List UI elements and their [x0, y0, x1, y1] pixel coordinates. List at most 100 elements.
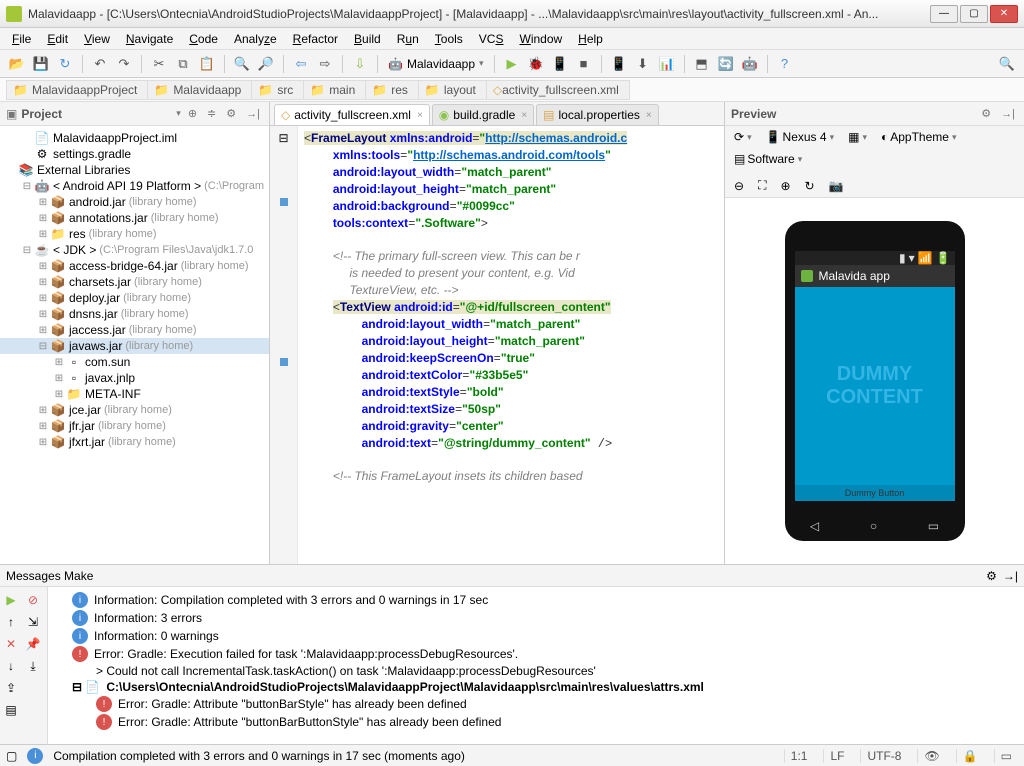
tab-build-gradle[interactable]: ◉build.gradle× — [432, 104, 534, 125]
crumb-main[interactable]: 📁main — [303, 80, 366, 100]
avd-icon[interactable]: 📱 — [608, 53, 630, 75]
menu-build[interactable]: Build — [346, 30, 389, 48]
crumb-res[interactable]: 📁res — [365, 80, 419, 100]
statusbar-toggle-icon[interactable]: ▢ — [6, 749, 17, 763]
tree-item[interactable]: 📚External Libraries — [0, 162, 269, 178]
menu-help[interactable]: Help — [570, 30, 611, 48]
close-tab-icon[interactable]: × — [646, 110, 652, 121]
make-icon[interactable]: ⇩ — [349, 53, 371, 75]
message-row[interactable]: ⊟ 📄C:\Users\Ontecnia\AndroidStudioProjec… — [52, 679, 1020, 695]
close-button[interactable]: ✕ — [990, 5, 1018, 23]
help-icon[interactable]: ? — [774, 53, 796, 75]
menu-view[interactable]: View — [76, 30, 118, 48]
hide-icon[interactable]: →| — [998, 108, 1018, 120]
crumb-src[interactable]: 📁src — [251, 80, 304, 100]
gear-icon[interactable]: ⚙ — [223, 107, 239, 120]
tree-item[interactable]: ⊞📦android.jar(library home) — [0, 194, 269, 210]
lock-icon[interactable]: 🔒 — [956, 749, 984, 763]
crumb-layout[interactable]: 📁layout — [418, 80, 487, 100]
tree-item[interactable]: ⊞📦dnsns.jar(library home) — [0, 306, 269, 322]
rerun-icon[interactable]: ▶ — [2, 591, 20, 609]
next-icon[interactable]: ↓ — [2, 657, 20, 675]
zoom-out-icon[interactable]: ⊖ — [729, 177, 749, 195]
cut-icon[interactable]: ✂ — [148, 53, 170, 75]
stop-icon[interactable]: ■ — [573, 53, 595, 75]
maximize-button[interactable]: ▢ — [960, 5, 988, 23]
structure-icon[interactable]: ⬒ — [691, 53, 713, 75]
color-swatch-icon[interactable] — [280, 358, 288, 366]
refresh-icon[interactable]: ↻ — [800, 177, 820, 195]
tab-local-properties[interactable]: ▤local.properties× — [536, 104, 659, 125]
message-row[interactable]: !Error: Gradle: Execution failed for tas… — [52, 645, 1020, 663]
tree-item[interactable]: ⊞📦jfxrt.jar(library home) — [0, 434, 269, 450]
messages-tree[interactable]: iInformation: Compilation completed with… — [48, 587, 1024, 744]
collapse-icon[interactable]: ≑ — [204, 107, 219, 120]
back-icon[interactable]: ⇦ — [290, 53, 312, 75]
replace-icon[interactable]: 🔎 — [255, 53, 277, 75]
color-swatch-icon[interactable] — [280, 198, 288, 206]
save-icon[interactable]: 💾 — [30, 53, 52, 75]
tree-item[interactable]: ⊞📦charsets.jar(library home) — [0, 274, 269, 290]
tree-item[interactable]: ⊞📦jaccess.jar(library home) — [0, 322, 269, 338]
crumb-project[interactable]: 📁MalavidaappProject — [6, 80, 148, 100]
tree-item[interactable]: ⊞📦access-bridge-64.jar(library home) — [0, 258, 269, 274]
sync2-icon[interactable]: 🔄 — [715, 53, 737, 75]
sync-icon[interactable]: ↻ — [54, 53, 76, 75]
tree-item[interactable]: ⊞▫javax.jnlp — [0, 370, 269, 386]
menu-analyze[interactable]: Analyze — [226, 30, 285, 48]
hide-icon[interactable]: →| — [1003, 569, 1018, 583]
tree-item[interactable]: 📄MalavidaappProject.iml — [0, 130, 269, 146]
crumb-module[interactable]: 📁Malavidaapp — [147, 80, 252, 100]
tree-item[interactable]: ⊞📦jfr.jar(library home) — [0, 418, 269, 434]
crumb-file[interactable]: ◇ activity_fullscreen.xml — [486, 80, 630, 100]
gear-icon[interactable]: ⚙ — [978, 107, 994, 120]
undo-icon[interactable]: ↶ — [89, 53, 111, 75]
tree-item[interactable]: ⊞📁res(library home) — [0, 226, 269, 242]
inspector-icon[interactable]: 👁 — [917, 749, 945, 763]
filter-icon[interactable]: ▤ — [2, 701, 20, 719]
menu-edit[interactable]: Edit — [39, 30, 76, 48]
android2-icon[interactable]: 🤖 — [739, 53, 761, 75]
menu-code[interactable]: Code — [181, 30, 226, 48]
code-editor[interactable]: ⊟ <FrameLayout xmlns:android="http://sch… — [270, 126, 724, 564]
export-icon[interactable]: ⇪ — [2, 679, 20, 697]
orientation-dropdown[interactable]: ⟳ — [729, 128, 757, 146]
find-icon[interactable]: 🔍 — [231, 53, 253, 75]
code-content[interactable]: <FrameLayout xmlns:android="http://schem… — [298, 126, 724, 564]
close-tab-icon[interactable]: × — [417, 110, 423, 121]
search-everywhere-icon[interactable]: 🔍 — [996, 53, 1018, 75]
message-row[interactable]: !Error: Gradle: Attribute "buttonBarButt… — [52, 713, 1020, 731]
menu-run[interactable]: Run — [389, 30, 427, 48]
tree-item[interactable]: ⊞📁META-INF — [0, 386, 269, 402]
paste-icon[interactable]: 📋 — [196, 53, 218, 75]
sdk-icon[interactable]: ⬇ — [632, 53, 654, 75]
caret-position[interactable]: 1:1 — [784, 749, 814, 763]
debug-icon[interactable]: 🐞 — [525, 53, 547, 75]
tree-item[interactable]: ⊞📦deploy.jar(library home) — [0, 290, 269, 306]
attach-icon[interactable]: 📱 — [549, 53, 571, 75]
line-separator[interactable]: LF — [823, 749, 850, 763]
message-row[interactable]: iInformation: Compilation completed with… — [52, 591, 1020, 609]
scroll-from-icon[interactable]: ⊕ — [185, 107, 200, 120]
open-icon[interactable]: 📂 — [6, 53, 28, 75]
forward-icon[interactable]: ⇨ — [314, 53, 336, 75]
menu-tools[interactable]: Tools — [427, 30, 471, 48]
tab-activity-fullscreen[interactable]: ◇activity_fullscreen.xml× — [274, 104, 430, 125]
project-tree[interactable]: 📄MalavidaappProject.iml⚙settings.gradle📚… — [0, 126, 269, 564]
menu-window[interactable]: Window — [511, 30, 570, 48]
run-config-selector[interactable]: 🤖 Malavidaapp ▾ — [384, 57, 488, 71]
message-row[interactable]: > Could not call IncrementalTask.taskAct… — [52, 663, 1020, 679]
message-row[interactable]: iInformation: 0 warnings — [52, 627, 1020, 645]
theme-dropdown[interactable]: ◐ AppTheme — [876, 128, 961, 146]
tree-item[interactable]: ⊞📦annotations.jar(library home) — [0, 210, 269, 226]
screenshot-icon[interactable]: 📷 — [824, 177, 849, 195]
zoom-fit-icon[interactable]: ⛶ — [753, 176, 771, 195]
tree-item[interactable]: ⊞▫com.sun — [0, 354, 269, 370]
zoom-in-icon[interactable]: ⊕ — [775, 177, 795, 195]
copy-icon[interactable]: ⧉ — [172, 53, 194, 75]
menu-navigate[interactable]: Navigate — [118, 30, 181, 48]
menu-vcs[interactable]: VCS — [471, 30, 512, 48]
file-encoding[interactable]: UTF-8 — [860, 749, 907, 763]
message-row[interactable]: !Error: Gradle: Attribute "buttonBarStyl… — [52, 695, 1020, 713]
run-icon[interactable]: ▶ — [501, 53, 523, 75]
